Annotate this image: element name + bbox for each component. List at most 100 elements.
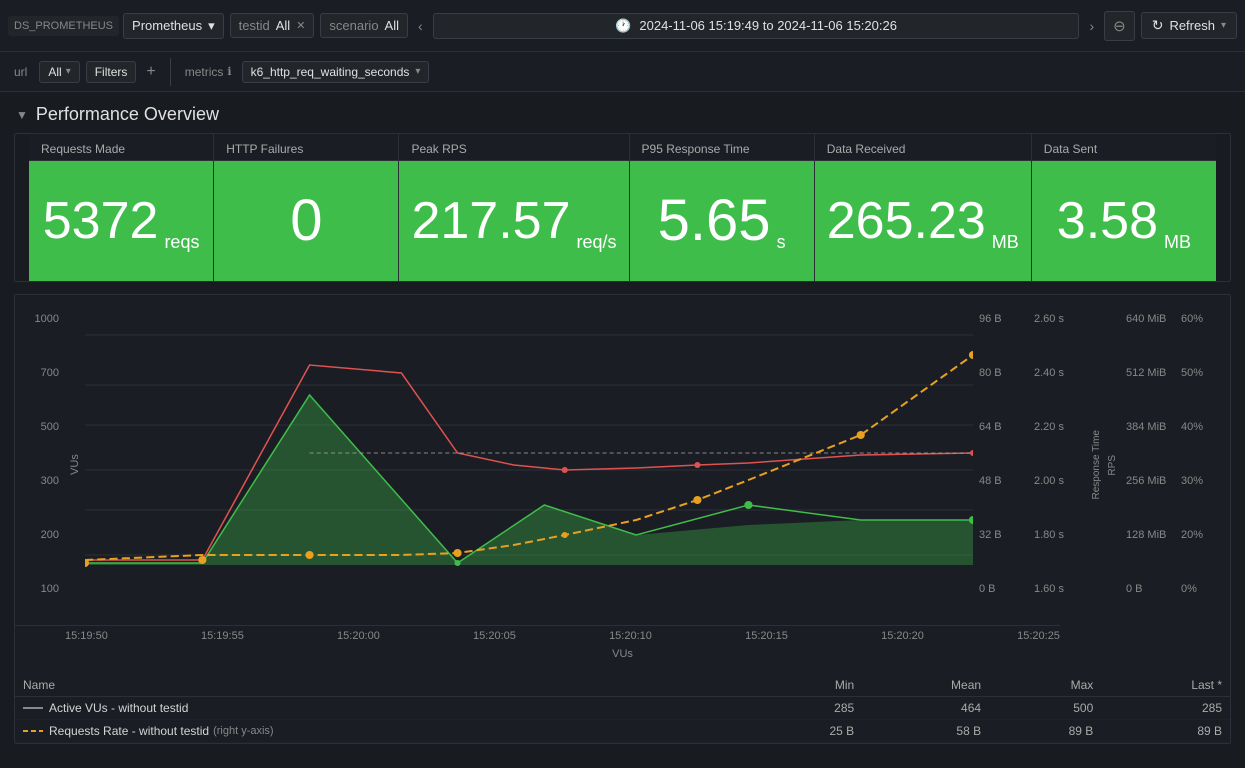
stat-cards-container: Requests Made 5372 reqs HTTP Failures 0 …: [14, 133, 1231, 282]
stat-card-peak-rps: Peak RPS 217.57 req/s: [399, 134, 629, 281]
time-next-button[interactable]: ›: [1085, 18, 1098, 34]
legend-name-2: Requests Rate - without testid (right y-…: [15, 720, 750, 743]
y-axis-rps-label: Response Time: [1088, 305, 1104, 625]
stat-value-data-sent: 3.58: [1057, 195, 1158, 247]
stat-card-header-http-failures: HTTP Failures: [214, 134, 398, 161]
x-axis-label: VUs: [15, 646, 1230, 666]
add-filter-button[interactable]: +: [142, 63, 159, 81]
y-axis-left: 1000 700 500 300 200 100: [15, 305, 65, 625]
stat-card-body-data-received: 265.23 MB: [815, 161, 1031, 281]
info-icon[interactable]: ℹ: [227, 65, 231, 78]
filter1-value: All: [276, 18, 290, 33]
url-all-value: All: [48, 65, 61, 79]
legend-last-1: 285: [1101, 697, 1230, 720]
legend-col-name: Name: [15, 674, 750, 697]
legend-max-2: 89 B: [989, 720, 1101, 743]
stat-card-body-http-failures: 0: [214, 161, 398, 281]
legend-last-2: 89 B: [1101, 720, 1230, 743]
x-axis: 15:19:50 15:19:55 15:20:00 15:20:05 15:2…: [15, 625, 1060, 646]
stat-card-http-failures: HTTP Failures 0: [214, 134, 399, 281]
stat-unit-data-sent: MB: [1164, 232, 1191, 261]
y-axis-response-label: RPS: [1104, 305, 1120, 625]
metrics-value: k6_http_req_waiting_seconds: [251, 65, 410, 79]
time-range-selector[interactable]: 🕐 2024-11-06 15:19:49 to 2024-11-06 15:2…: [433, 13, 1080, 39]
filter1-pill[interactable]: testid All ✕: [230, 13, 315, 38]
filter2-label: scenario: [329, 18, 378, 33]
filters-button[interactable]: Filters: [86, 61, 137, 83]
y-axis-right-group: 96 B 80 B 64 B 48 B 32 B 0 B 2.60 s 2.40…: [973, 305, 1230, 625]
legend-min-2: 25 B: [750, 720, 862, 743]
metrics-selector[interactable]: k6_http_req_waiting_seconds ▾: [242, 61, 430, 83]
time-range-text: 2024-11-06 15:19:49 to 2024-11-06 15:20:…: [639, 18, 897, 33]
stat-card-requests-made: Requests Made 5372 reqs: [29, 134, 214, 281]
url-chevron-icon: ▾: [66, 66, 71, 77]
clock-icon: 🕐: [615, 18, 631, 34]
legend-min-1: 285: [750, 697, 862, 720]
stat-card-header-data-sent: Data Sent: [1032, 134, 1216, 161]
stat-unit-peak-rps: req/s: [576, 232, 616, 261]
filter1-clear-icon[interactable]: ✕: [296, 19, 305, 32]
stat-unit-requests-made: reqs: [164, 232, 199, 261]
legend-max-1: 500: [989, 697, 1101, 720]
y-axis-right4: 60% 50% 40% 30% 20% 0%: [1175, 305, 1230, 625]
zoom-out-button[interactable]: ⊖: [1104, 11, 1135, 41]
filters-label: Filters: [95, 65, 128, 79]
legend-color-1: [23, 707, 43, 709]
ds-name: Prometheus: [132, 18, 202, 33]
legend-col-mean: Mean: [862, 674, 989, 697]
url-label: url: [8, 62, 33, 82]
datasource-section: DS_PROMETHEUS Prometheus ▾: [8, 13, 224, 39]
stat-value-p95-response: 5.65: [658, 192, 771, 250]
second-bar: url All ▾ Filters + metrics ℹ k6_http_re…: [0, 52, 1245, 92]
stat-value-requests-made: 5372: [43, 195, 159, 247]
chart-inner: 1000 700 500 300 200 100 VUs: [15, 305, 1230, 625]
stat-unit-data-received: MB: [992, 232, 1019, 261]
y-axis-left-label: VUs: [65, 305, 85, 625]
refresh-chevron-icon: ▾: [1221, 20, 1226, 31]
chart-svg: [85, 305, 973, 595]
metrics-chevron-icon: ▾: [415, 66, 420, 77]
refresh-button[interactable]: ↻ Refresh ▾: [1141, 12, 1237, 39]
chart-container: 1000 700 500 300 200 100 VUs: [14, 294, 1231, 744]
refresh-icon: ↻: [1152, 17, 1164, 34]
legend-col-last: Last *: [1101, 674, 1230, 697]
chart-main[interactable]: [85, 305, 973, 625]
refresh-label: Refresh: [1169, 18, 1215, 33]
stat-value-http-failures: 0: [290, 192, 322, 250]
stat-card-header-data-received: Data Received: [815, 134, 1031, 161]
legend-mean-2: 58 B: [862, 720, 989, 743]
stat-card-body-requests-made: 5372 reqs: [29, 161, 213, 281]
chevron-down-icon: ▾: [208, 18, 215, 34]
filter2-value: All: [385, 18, 399, 33]
stat-card-body-peak-rps: 217.57 req/s: [399, 161, 628, 281]
filter2-pill[interactable]: scenario All: [320, 13, 408, 38]
legend-row-1: Active VUs - without testid 285 464 500 …: [15, 697, 1230, 720]
legend-col-max: Max: [989, 674, 1101, 697]
section-header: ▼ Performance Overview: [0, 92, 1245, 133]
legend-table: Name Min Mean Max Last * Active VUs - wi…: [15, 674, 1230, 743]
section-title: Performance Overview: [36, 104, 219, 125]
legend-col-min: Min: [750, 674, 862, 697]
stat-card-body-data-sent: 3.58 MB: [1032, 161, 1216, 281]
divider: [170, 58, 171, 86]
url-all-selector[interactable]: All ▾: [39, 61, 79, 83]
time-prev-button[interactable]: ‹: [414, 18, 427, 34]
stat-card-header-requests-made: Requests Made: [29, 134, 213, 161]
section-collapse-button[interactable]: ▼: [16, 108, 28, 122]
stat-card-header-p95-response: P95 Response Time: [630, 134, 814, 161]
stat-card-body-p95-response: 5.65 s: [630, 161, 814, 281]
y-axis-right2: 2.60 s 2.40 s 2.20 s 2.00 s 1.80 s 1.60 …: [1028, 305, 1088, 625]
stat-value-data-received: 265.23: [827, 195, 986, 247]
legend-row-2: Requests Rate - without testid (right y-…: [15, 720, 1230, 743]
legend-mean-1: 464: [862, 697, 989, 720]
stat-card-data-sent: Data Sent 3.58 MB: [1032, 134, 1216, 281]
legend-name-1: Active VUs - without testid: [15, 697, 750, 720]
stat-card-data-received: Data Received 265.23 MB: [815, 134, 1032, 281]
y-axis-right3: 640 MiB 512 MiB 384 MiB 256 MiB 128 MiB …: [1120, 305, 1175, 625]
metrics-label: metrics ℹ: [181, 65, 236, 79]
legend-sub-note-2: (right y-axis): [213, 725, 274, 737]
stat-card-header-peak-rps: Peak RPS: [399, 134, 628, 161]
stat-unit-p95-response: s: [777, 232, 786, 261]
ds-selector[interactable]: Prometheus ▾: [123, 13, 224, 39]
top-bar: DS_PROMETHEUS Prometheus ▾ testid All ✕ …: [0, 0, 1245, 52]
